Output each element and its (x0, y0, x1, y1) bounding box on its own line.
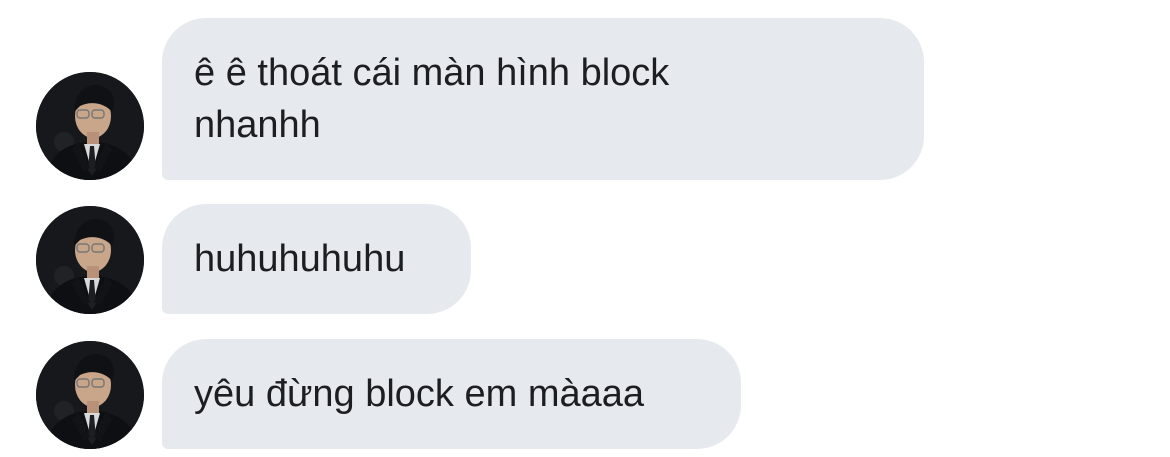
avatar-photo-icon (36, 341, 144, 449)
sender-avatar[interactable] (36, 72, 144, 180)
sender-avatar[interactable] (36, 341, 144, 449)
message-text: yêu đừng block em màaaa (194, 373, 645, 415)
message-bubble[interactable]: yêu đừng block em màaaa (162, 339, 741, 449)
message-text: ê ê thoát cái màn hình block nhanhh (194, 52, 670, 146)
sender-avatar[interactable] (36, 206, 144, 314)
message-bubble[interactable]: ê ê thoát cái màn hình block nhanhh (162, 18, 924, 180)
message-bubble[interactable]: huhuhuhuhu (162, 204, 471, 314)
avatar-photo-icon (36, 72, 144, 180)
message-text: huhuhuhuhu (194, 238, 406, 280)
avatar-photo-icon (36, 206, 144, 314)
